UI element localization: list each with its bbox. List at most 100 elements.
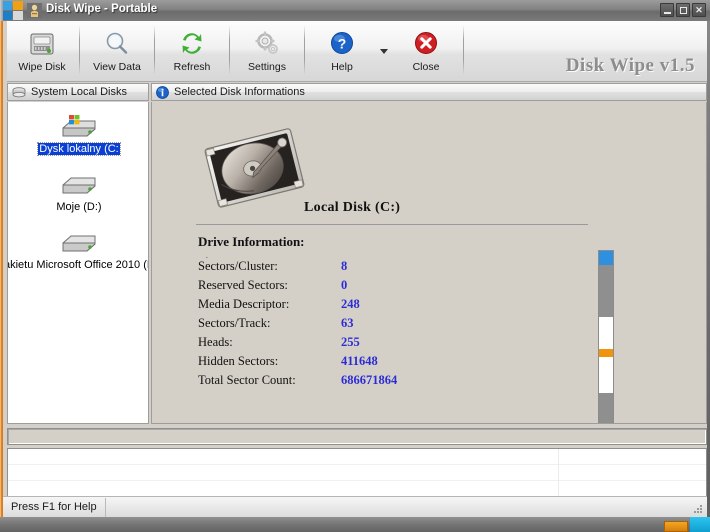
row-value: 248 [341, 297, 360, 311]
gears-icon [252, 27, 282, 60]
info-circle-icon [156, 85, 169, 99]
disk-label-selected[interactable]: Dysk lokalny (C: [37, 142, 121, 156]
list-item[interactable]: Dysk lokalny (C: [8, 102, 148, 156]
drive-information-heading: Drive Information: [198, 234, 305, 249]
system-local-disks-list[interactable]: Dysk lokalny (C: Moje (D:) akietu Micros… [7, 102, 149, 424]
page-title: Local Disk (C:) [304, 200, 401, 215]
status-text: Press F1 for Help [11, 501, 97, 513]
row-value: 0 [341, 278, 348, 292]
window-title: Disk Wipe - Portable [46, 3, 158, 15]
table-row: Sectors/Cluster: 8 [198, 259, 397, 278]
row-key: Total Sector Count: [198, 373, 296, 387]
disk-cluster-map[interactable] [598, 250, 614, 423]
table-row[interactable] [8, 449, 706, 465]
drive-information-table: Sectors/Cluster: 8 Reserved Sectors: 0 M… [198, 259, 397, 392]
disk-icon [59, 169, 99, 199]
close-toolbar-label: Close [412, 61, 440, 73]
status-bar: Press F1 for Help [3, 496, 707, 517]
row-key: Reserved Sectors: [198, 278, 288, 292]
row-value: 8 [341, 259, 348, 273]
row-value: 686671864 [341, 373, 398, 387]
log-cell [8, 465, 559, 480]
window-controls[interactable]: ✕ [660, 3, 706, 17]
log-cell [8, 449, 559, 464]
frame-edge-top [0, 0, 3, 21]
refresh-button[interactable]: Refresh [157, 21, 227, 79]
table-row: Reserved Sectors: 0 [198, 278, 397, 297]
log-cell [8, 481, 559, 496]
list-item[interactable]: Moje (D:) [8, 155, 148, 213]
view-data-label: View Data [93, 61, 141, 73]
map-segment [599, 393, 613, 423]
taskbar-chip[interactable] [664, 521, 688, 532]
resize-grip-icon[interactable] [692, 503, 704, 515]
settings-button[interactable]: Settings [232, 21, 302, 79]
divider [196, 224, 588, 225]
windows-disk-icon [59, 111, 99, 141]
close-toolbar-button[interactable]: Close [391, 21, 461, 79]
magnifier-icon [102, 27, 132, 60]
brand-version-label: Disk Wipe v1.5 [565, 55, 695, 76]
disk-stack-icon [12, 86, 26, 97]
app-icon [27, 3, 42, 18]
map-segment [599, 349, 613, 357]
maximize-button[interactable] [676, 3, 690, 17]
log-cell [559, 449, 706, 464]
view-data-button[interactable]: View Data [82, 21, 152, 79]
table-row[interactable] [8, 465, 706, 481]
selected-disk-information-panel: Local Disk (C:) Drive Information: · Sec… [151, 102, 707, 424]
disk-icon [59, 227, 99, 257]
map-segment [599, 251, 613, 265]
map-segment [599, 317, 613, 349]
map-segment [599, 265, 613, 317]
hard-disk-icon [27, 27, 57, 60]
disk-label[interactable]: Moje (D:) [55, 201, 102, 213]
taskbar-chip[interactable] [690, 517, 710, 532]
map-segment [599, 357, 613, 393]
application-window: Disk Wipe - Portable ✕ Wipe Disk View Da… [0, 0, 710, 532]
row-value: 255 [341, 335, 360, 349]
table-row: Sectors/Track: 63 [198, 316, 397, 335]
help-dropdown-button[interactable] [377, 21, 391, 77]
close-button[interactable]: ✕ [692, 3, 706, 17]
table-row: Heads: 255 [198, 335, 397, 354]
system-local-disks-header: System Local Disks [7, 83, 149, 101]
list-item[interactable]: akietu Microsoft Office 2010 (D [8, 213, 148, 271]
row-key: Hidden Sectors: [198, 354, 279, 368]
table-row[interactable] [8, 481, 706, 497]
red-x-icon [412, 27, 440, 60]
help-button[interactable]: ? Help [307, 21, 377, 79]
log-cell [559, 465, 706, 480]
toolbar-separator [154, 25, 155, 75]
selected-disk-informations-header: Selected Disk Informations [151, 83, 707, 101]
help-label: Help [331, 61, 353, 73]
refresh-arrows-icon [177, 27, 207, 60]
table-row: Total Sector Count: 686671864 [198, 373, 397, 392]
selected-disk-informations-label: Selected Disk Informations [174, 86, 305, 98]
disk-label[interactable]: akietu Microsoft Office 2010 (D [8, 259, 148, 271]
row-key: Heads: [198, 335, 233, 349]
taskbar-peek [0, 517, 710, 532]
toolbar-separator [304, 25, 305, 75]
wipe-disk-button[interactable]: Wipe Disk [7, 21, 77, 79]
client-area: Wipe Disk View Data Refresh Settings ? H… [3, 21, 707, 517]
chevron-down-icon [380, 48, 388, 54]
svg-text:?: ? [338, 35, 347, 51]
row-key: Media Descriptor: [198, 297, 290, 311]
row-key: Sectors/Cluster: [198, 259, 278, 273]
toolbar-separator [79, 25, 80, 75]
refresh-label: Refresh [173, 61, 211, 73]
toolbar-separator [229, 25, 230, 75]
system-local-disks-label: System Local Disks [31, 86, 127, 98]
table-row: Media Descriptor: 248 [198, 297, 397, 316]
row-value: 411648 [341, 354, 378, 368]
status-cell: Press F1 for Help [3, 497, 106, 517]
table-row: Hidden Sectors: 411648 [198, 354, 397, 373]
toolbar-separator [463, 25, 464, 75]
row-key: Sectors/Track: [198, 316, 271, 330]
blue-question-icon: ? [328, 27, 356, 60]
log-cell [559, 481, 706, 496]
minimize-button[interactable] [660, 3, 674, 17]
title-bar[interactable]: Disk Wipe - Portable ✕ [0, 0, 710, 21]
windows-logo-icon [2, 1, 23, 20]
